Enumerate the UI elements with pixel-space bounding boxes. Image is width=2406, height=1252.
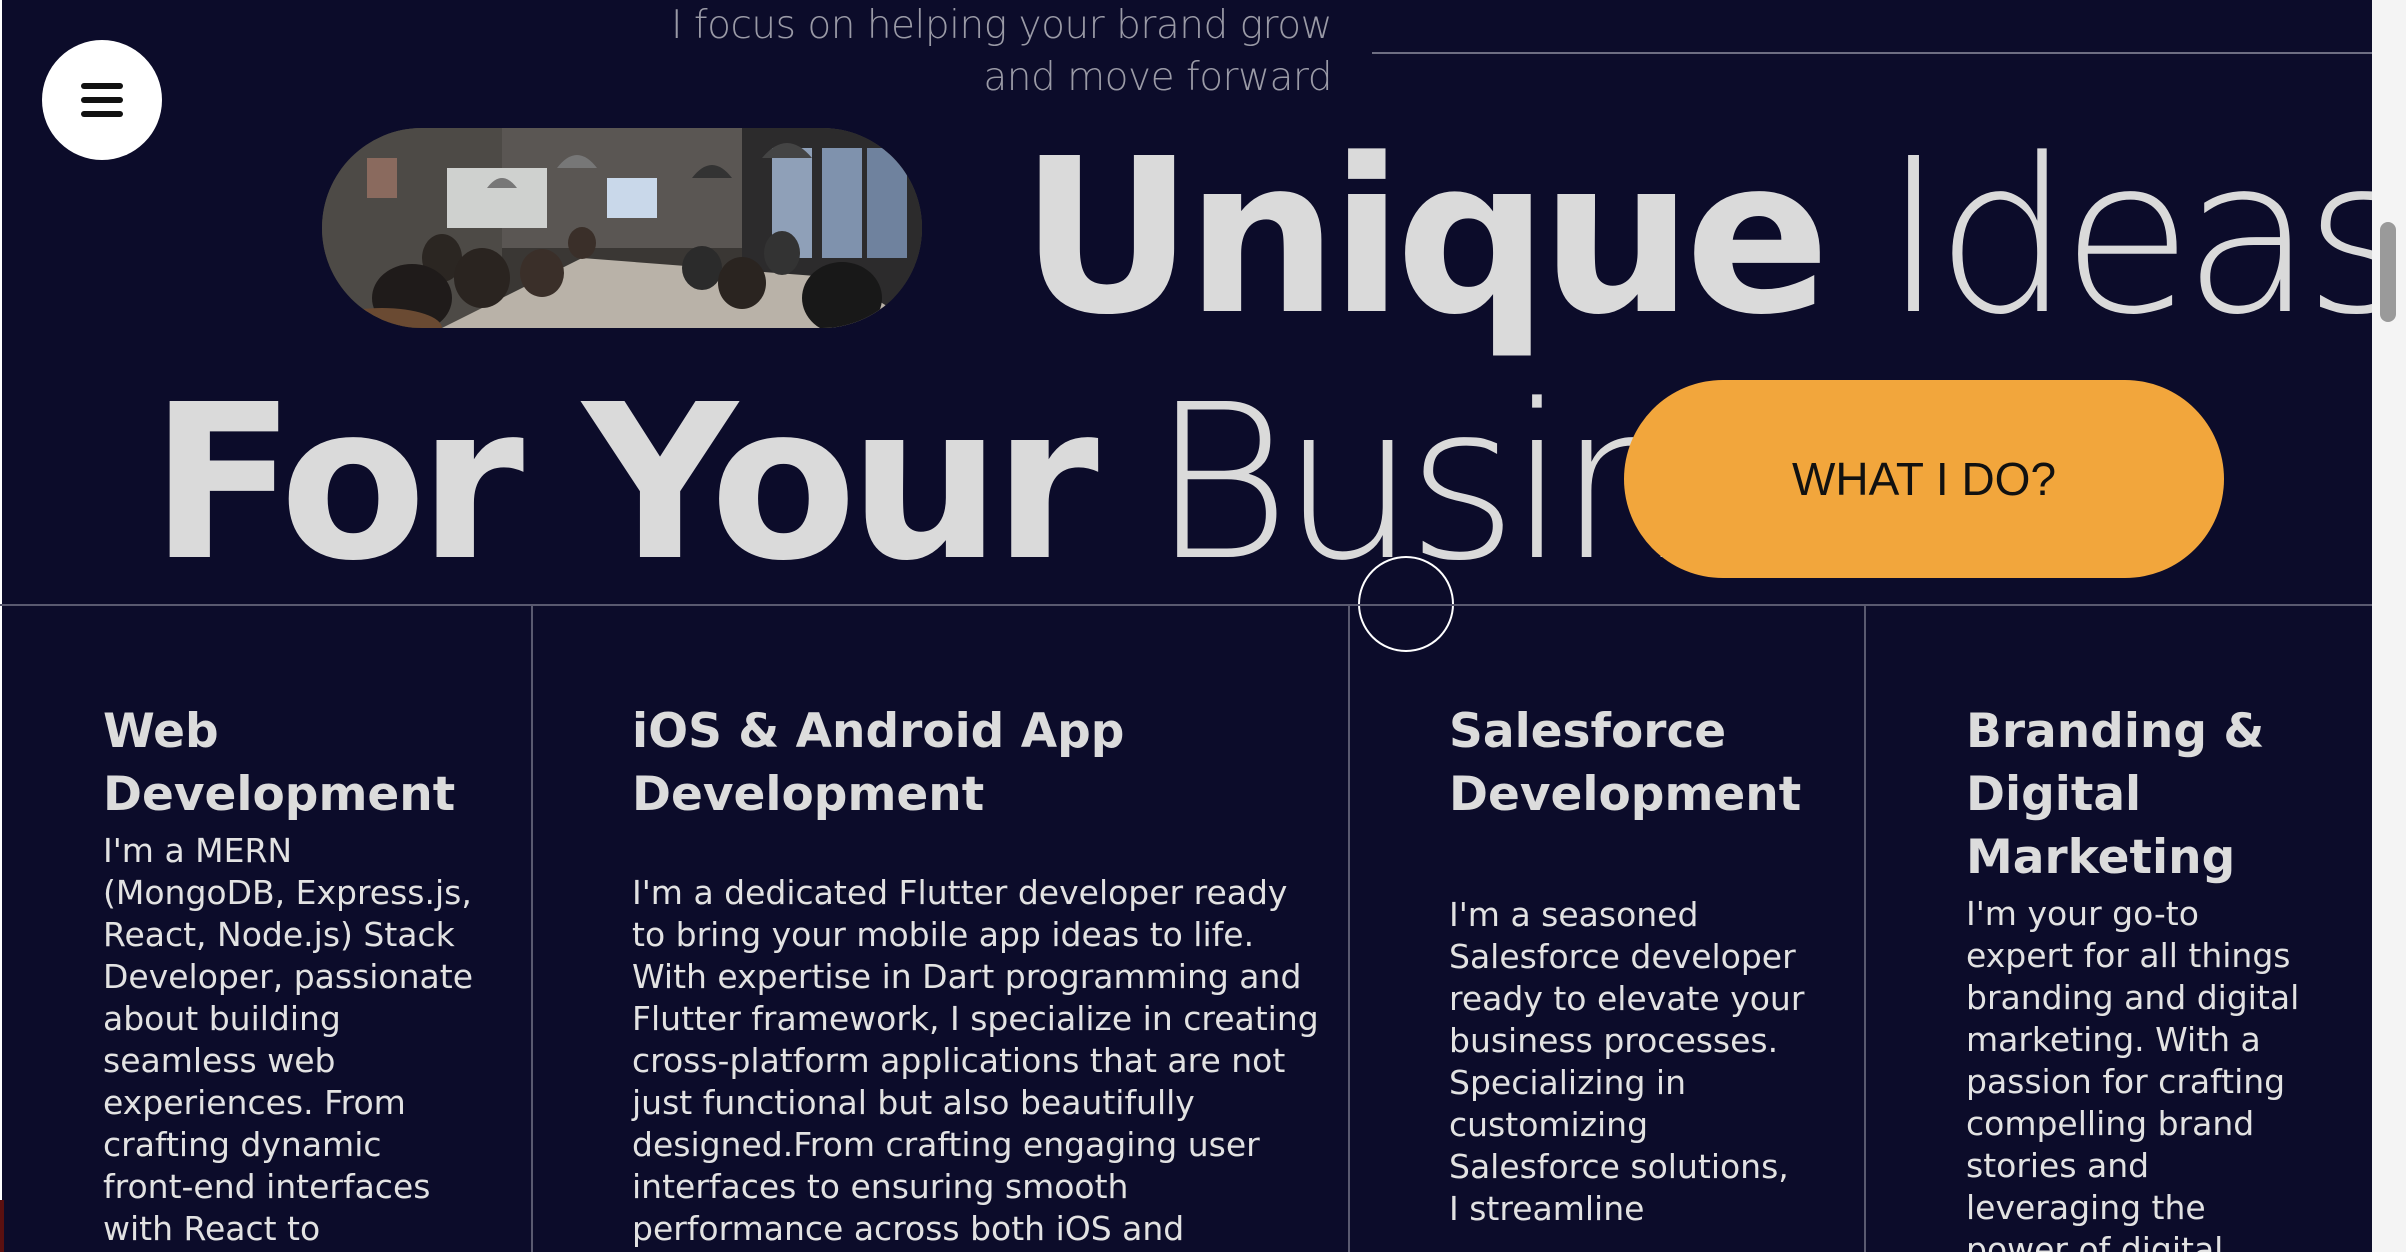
service-branding-digital-marketing: Branding & Digital Marketing I'm your go… [1966, 700, 2346, 1252]
window-edge [0, 0, 2, 1252]
service-divider [1864, 604, 1866, 1252]
headline-thin-word: Ideas [1882, 113, 2406, 362]
service-description: I'm a dedicated Flutter developer ready … [632, 873, 1319, 1248]
menu-button[interactable] [42, 40, 162, 160]
service-description: I'm your go-to expert for all things bra… [1966, 894, 2300, 1252]
window-edge-accent [0, 1200, 4, 1252]
service-divider [1348, 604, 1350, 1252]
scrollbar-track[interactable] [2372, 0, 2406, 1252]
service-web-development: Web Development I'm a MERN (MongoDB, Exp… [103, 700, 523, 1250]
tagline-rule [1372, 52, 2372, 54]
service-mobile-app-development: iOS & Android App Development I'm a dedi… [632, 700, 1332, 1250]
page: I focus on helping your brand grow and m… [0, 0, 2406, 1252]
service-title: Web Development [103, 704, 456, 822]
what-i-do-button[interactable]: WHAT I DO? [1624, 380, 2224, 578]
headline-bold-word: For Your [150, 359, 1099, 608]
service-title: Salesforce Development [1449, 704, 1802, 822]
services-top-border [0, 604, 2372, 606]
tagline: I focus on helping your brand grow and m… [671, 3, 1333, 100]
service-description: I'm a seasoned Salesforce developer read… [1449, 895, 1805, 1228]
service-salesforce-development: Salesforce Development I'm a seasoned Sa… [1449, 700, 1849, 1230]
hamburger-menu-icon [81, 83, 123, 89]
hamburger-menu-icon-bar [81, 111, 123, 117]
service-description: I'm a MERN (MongoDB, Express.js, React, … [103, 831, 473, 1248]
meeting-room-photo [322, 128, 922, 328]
service-divider [531, 604, 533, 1252]
headline-line-1: Unique Ideas [1020, 118, 2406, 358]
headline-bold-word: Unique [1020, 113, 1830, 362]
scrollbar-thumb[interactable] [2380, 222, 2396, 322]
meeting-room-illustration [322, 128, 922, 328]
service-title: iOS & Android App Development [632, 704, 1125, 822]
service-title: Branding & Digital Marketing [1966, 704, 2265, 885]
hamburger-menu-icon-bar [81, 97, 123, 103]
